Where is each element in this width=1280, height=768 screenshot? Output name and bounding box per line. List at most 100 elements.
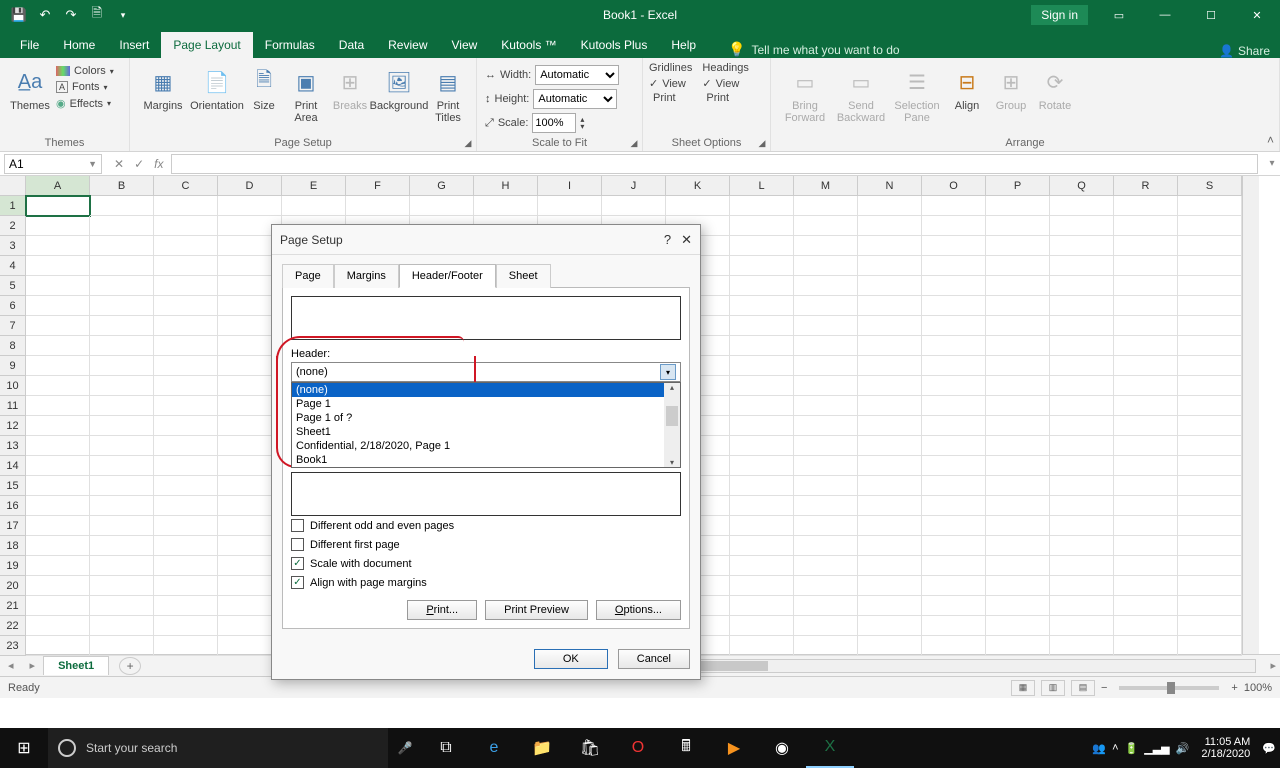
cell[interactable] xyxy=(90,456,154,476)
row-header[interactable]: 12 xyxy=(0,416,26,436)
cell[interactable] xyxy=(1050,316,1114,336)
cell[interactable] xyxy=(1178,236,1242,256)
cell[interactable] xyxy=(986,556,1050,576)
cell[interactable] xyxy=(1178,636,1242,656)
cell[interactable] xyxy=(90,496,154,516)
column-header[interactable]: L xyxy=(730,176,794,196)
cell[interactable] xyxy=(1114,436,1178,456)
cell[interactable] xyxy=(922,216,986,236)
hscroll-right-icon[interactable]: ▸ xyxy=(1266,659,1280,672)
tab-page-layout[interactable]: Page Layout xyxy=(161,32,252,58)
cell[interactable] xyxy=(1114,396,1178,416)
cell[interactable] xyxy=(986,416,1050,436)
align-button[interactable]: ⊟Align xyxy=(945,62,989,124)
microphone-icon[interactable]: 🎤 xyxy=(388,741,422,755)
row-header[interactable]: 17 xyxy=(0,516,26,536)
cell[interactable] xyxy=(1178,476,1242,496)
cell[interactable] xyxy=(986,316,1050,336)
cell[interactable] xyxy=(730,356,794,376)
cell[interactable] xyxy=(154,616,218,636)
cell[interactable] xyxy=(1050,616,1114,636)
cell[interactable] xyxy=(794,556,858,576)
scale-input[interactable] xyxy=(532,113,576,133)
cell[interactable] xyxy=(26,196,90,216)
taskbar-search[interactable]: Start your search xyxy=(48,728,388,768)
cell[interactable] xyxy=(1178,556,1242,576)
battery-icon[interactable]: 🔋 xyxy=(1125,742,1139,755)
cancel-button[interactable]: Cancel xyxy=(618,649,690,669)
chevron-down-icon[interactable]: ▼ xyxy=(88,159,97,169)
dialog-tab-sheet[interactable]: Sheet xyxy=(496,264,551,288)
cell[interactable] xyxy=(1050,276,1114,296)
cell[interactable] xyxy=(154,196,218,216)
cell[interactable] xyxy=(90,256,154,276)
start-button[interactable]: ⊞ xyxy=(0,728,48,768)
cell[interactable] xyxy=(1114,256,1178,276)
row-header[interactable]: 5 xyxy=(0,276,26,296)
tab-help[interactable]: Help xyxy=(659,32,708,58)
cell[interactable] xyxy=(26,476,90,496)
column-header[interactable]: E xyxy=(282,176,346,196)
cell[interactable] xyxy=(90,276,154,296)
cell[interactable] xyxy=(1178,216,1242,236)
cell[interactable] xyxy=(986,196,1050,216)
tab-home[interactable]: Home xyxy=(51,32,107,58)
cell[interactable] xyxy=(1114,316,1178,336)
column-header[interactable]: D xyxy=(218,176,282,196)
cell[interactable] xyxy=(858,416,922,436)
column-header[interactable]: Q xyxy=(1050,176,1114,196)
cell[interactable] xyxy=(1178,496,1242,516)
row-header[interactable]: 16 xyxy=(0,496,26,516)
zoom-in-icon[interactable]: + xyxy=(1231,682,1237,694)
store-icon[interactable]: 🛍 xyxy=(566,728,614,768)
cell[interactable] xyxy=(154,496,218,516)
cell[interactable] xyxy=(666,196,730,216)
row-header[interactable]: 9 xyxy=(0,356,26,376)
expand-formula-bar-icon[interactable]: ▾ xyxy=(1264,158,1280,169)
cell[interactable] xyxy=(1114,496,1178,516)
header-combo[interactable]: (none) ▾ (none)Page 1Page 1 of ?Sheet1 C… xyxy=(291,362,681,382)
cell[interactable] xyxy=(922,396,986,416)
cell[interactable] xyxy=(26,336,90,356)
cell[interactable] xyxy=(1114,576,1178,596)
cell[interactable] xyxy=(154,556,218,576)
cell[interactable] xyxy=(794,476,858,496)
cell[interactable] xyxy=(794,616,858,636)
sign-in-button[interactable]: Sign in xyxy=(1031,5,1088,25)
cell[interactable] xyxy=(1050,296,1114,316)
cell[interactable] xyxy=(986,536,1050,556)
cell[interactable] xyxy=(922,436,986,456)
cell[interactable] xyxy=(1114,296,1178,316)
cell[interactable] xyxy=(922,616,986,636)
cell[interactable] xyxy=(26,356,90,376)
cell[interactable] xyxy=(1050,436,1114,456)
cell[interactable] xyxy=(858,356,922,376)
action-center-icon[interactable]: 💬 xyxy=(1262,742,1276,755)
cell[interactable] xyxy=(1178,576,1242,596)
zoom-level[interactable]: 100% xyxy=(1244,682,1272,694)
edge-icon[interactable]: e xyxy=(470,728,518,768)
cell[interactable] xyxy=(730,316,794,336)
cell[interactable] xyxy=(730,496,794,516)
cell[interactable] xyxy=(922,496,986,516)
formula-input[interactable] xyxy=(171,154,1258,174)
cell[interactable] xyxy=(1178,256,1242,276)
system-clock[interactable]: 11:05 AM 2/18/2020 xyxy=(1195,736,1256,760)
height-select[interactable]: Automatic xyxy=(533,89,617,109)
cell[interactable] xyxy=(730,196,794,216)
colors-button[interactable]: Colors▾ xyxy=(54,64,116,78)
cell[interactable] xyxy=(1114,416,1178,436)
breaks-button[interactable]: ⊞Breaks xyxy=(328,62,372,124)
cell[interactable] xyxy=(730,216,794,236)
column-header[interactable]: H xyxy=(474,176,538,196)
cell[interactable] xyxy=(154,296,218,316)
cell[interactable] xyxy=(922,596,986,616)
column-header[interactable]: O xyxy=(922,176,986,196)
dialog-tab-header-footer[interactable]: Header/Footer xyxy=(399,264,496,288)
row-header[interactable]: 15 xyxy=(0,476,26,496)
row-header[interactable]: 7 xyxy=(0,316,26,336)
orientation-button[interactable]: 📄Orientation xyxy=(190,62,244,124)
group-button[interactable]: ⊞Group xyxy=(989,62,1033,124)
cell[interactable] xyxy=(90,516,154,536)
enter-formula-icon[interactable]: ✓ xyxy=(134,157,144,171)
